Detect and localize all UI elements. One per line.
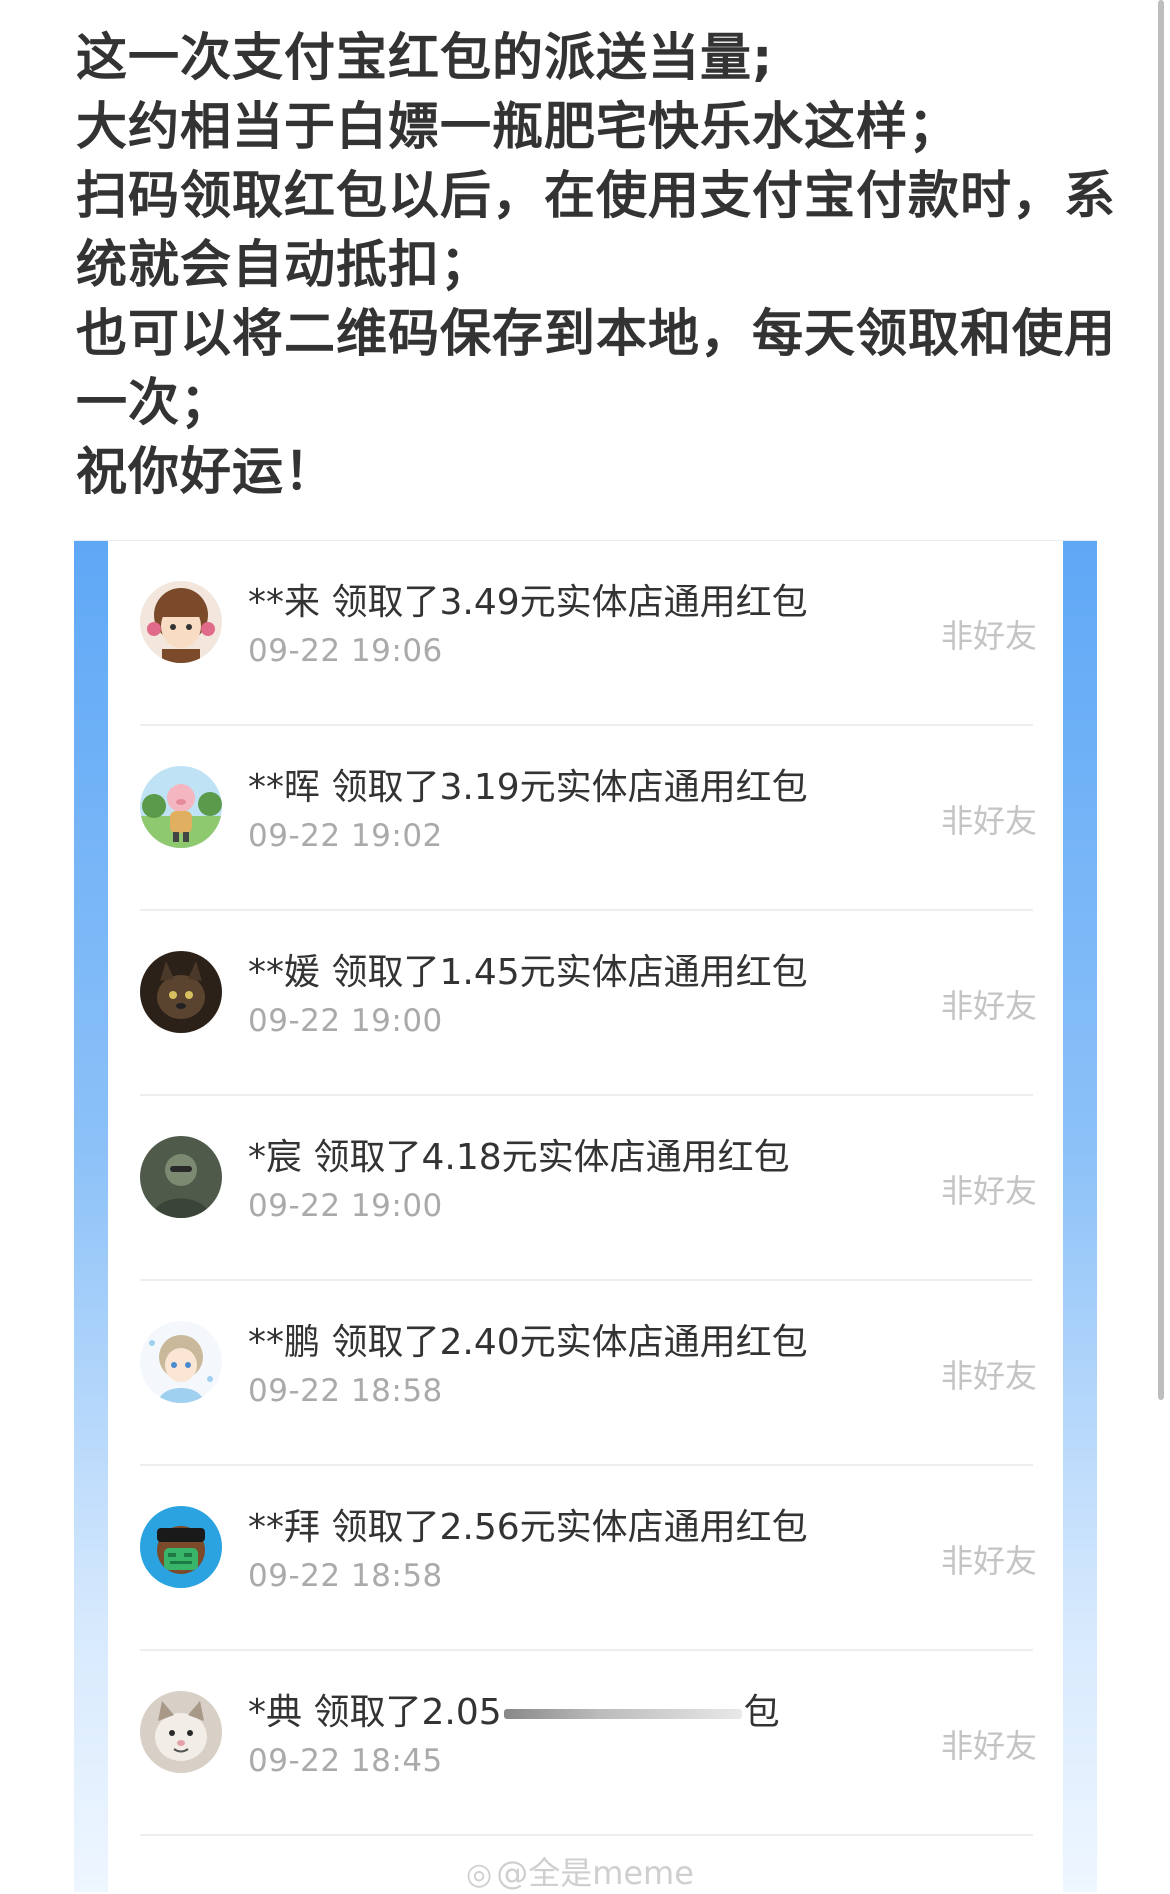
record-time: 09-22 18:45 xyxy=(248,1743,443,1779)
record-time: 09-22 18:58 xyxy=(248,1373,443,1409)
record-title: **晖 领取了3.19元实体店通用红包 xyxy=(248,767,808,808)
person-avatar xyxy=(140,1136,222,1218)
record-title: **鹏 领取了2.40元实体店通用红包 xyxy=(248,1322,808,1363)
record-time: 09-22 19:02 xyxy=(248,818,443,854)
intro-line: 这一次支付宝红包的派送当量; xyxy=(76,29,774,88)
record-list[interactable]: **来 领取了3.49元实体店通用红包 09-22 19:06 非好友 **晖 … xyxy=(108,541,1063,1892)
list-item[interactable]: **拜 领取了2.56元实体店通用红包 09-22 18:58 非好友 xyxy=(108,1466,1063,1651)
list-item[interactable]: **晖 领取了3.19元实体店通用红包 09-22 19:02 非好友 xyxy=(108,726,1063,911)
intro-line: 扫码领取红包以后，在使用支付宝付款时，系 xyxy=(76,167,1117,226)
list-item[interactable]: **鹏 领取了2.40元实体店通用红包 09-22 18:58 非好友 xyxy=(108,1281,1063,1466)
cartoon-pig-avatar xyxy=(140,766,222,848)
intro-line: 一次； xyxy=(76,374,233,433)
anime-girl-avatar xyxy=(140,581,222,663)
record-title: **媛 领取了1.45元实体店通用红包 xyxy=(248,952,808,993)
record-title: **拜 领取了2.56元实体店通用红包 xyxy=(248,1507,808,1548)
intro-line: 大约相当于白嫖一瓶肥宅快乐水这样； xyxy=(76,98,961,157)
record-title: *典 领取了2.05 包 xyxy=(248,1692,780,1733)
weibo-icon: ◎ xyxy=(466,1857,493,1892)
intro-line: 祝你好运！ xyxy=(76,443,337,502)
non-friend-tag: 非好友 xyxy=(940,987,1037,1025)
scrollbar[interactable] xyxy=(1158,0,1164,1400)
non-friend-tag: 非好友 xyxy=(940,802,1037,840)
list-item[interactable]: **媛 领取了1.45元实体店通用红包 09-22 19:00 非好友 xyxy=(108,911,1063,1096)
intro-text: 这一次支付宝红包的派送当量; 大约相当于白嫖一瓶肥宅快乐水这样； 扫码领取红包以… xyxy=(76,24,1117,507)
intro-line: 统就会自动抵扣； xyxy=(76,236,493,295)
obscured-text xyxy=(503,1709,742,1719)
list-item[interactable]: *宸 领取了4.18元实体店通用红包 09-22 19:00 非好友 xyxy=(108,1096,1063,1281)
list-item[interactable]: **来 领取了3.49元实体店通用红包 09-22 19:06 非好友 xyxy=(108,541,1063,726)
cartoon-mask-avatar xyxy=(140,1506,222,1588)
record-time: 09-22 18:58 xyxy=(248,1558,443,1594)
list-item[interactable]: *典 领取了2.05 包 09-22 18:45 非好友 xyxy=(108,1651,1063,1836)
record-title: **来 领取了3.49元实体店通用红包 xyxy=(248,582,808,623)
cat-face-avatar xyxy=(140,1691,222,1773)
red-packet-record-frame: **来 领取了3.49元实体店通用红包 09-22 19:06 非好友 **晖 … xyxy=(74,540,1097,1892)
intro-line: 也可以将二维码保存到本地，每天领取和使用 xyxy=(76,305,1117,364)
record-time: 09-22 19:00 xyxy=(248,1188,443,1224)
divider xyxy=(140,1834,1033,1836)
non-friend-tag: 非好友 xyxy=(940,1357,1037,1395)
cat-avatar xyxy=(140,951,222,1033)
record-time: 09-22 19:00 xyxy=(248,1003,443,1039)
watermark: ◎ @全是meme xyxy=(466,1854,694,1892)
non-friend-tag: 非好友 xyxy=(940,1727,1037,1765)
anime-girl-blue-avatar xyxy=(140,1321,222,1403)
non-friend-tag: 非好友 xyxy=(940,1172,1037,1210)
non-friend-tag: 非好友 xyxy=(940,1542,1037,1580)
non-friend-tag: 非好友 xyxy=(940,617,1037,655)
record-title: *宸 领取了4.18元实体店通用红包 xyxy=(248,1137,790,1178)
record-time: 09-22 19:06 xyxy=(248,633,443,669)
